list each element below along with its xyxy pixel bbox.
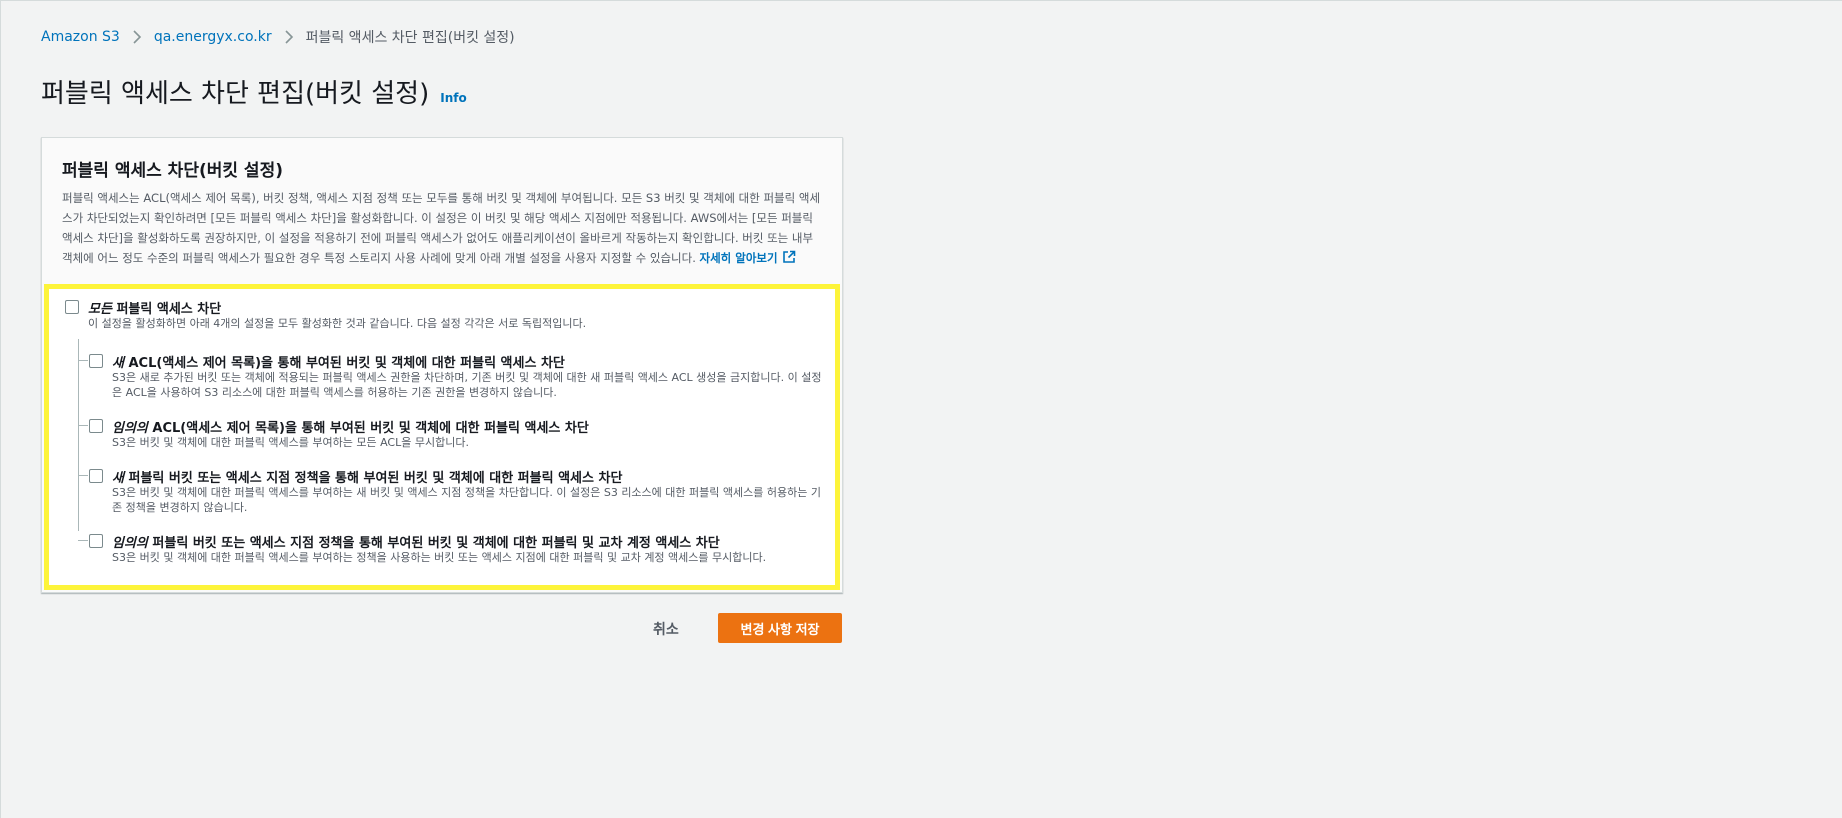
block-any-policy-description: S3은 버킷 및 객체에 대한 퍼블릭 액세스를 부여하는 정책을 사용하는 버… [112,551,767,564]
block-new-policy-title-rest: 퍼블릭 버킷 또는 액세스 지점 정책을 통해 부여된 버킷 및 객체에 대한 … [123,471,623,486]
page-title: 퍼블릭 액세스 차단 편집(버킷 설정) [41,79,430,109]
block-new-acl-description: S3은 새로 추가된 버킷 또는 객체에 적용되는 퍼블릭 액세스 권한을 차단… [112,371,822,399]
tree-branch [78,360,88,361]
panel-header: 퍼블릭 액세스 차단(버킷 설정) 퍼블릭 액세스는 ACL(액세스 제어 목록… [42,138,842,270]
block-new-acl-title-em: 새 [112,356,124,371]
tree-branch [78,425,88,426]
info-link[interactable]: Info [440,91,466,105]
block-any-acl-checkbox[interactable] [89,419,103,433]
block-all-title[interactable]: 모든 퍼블릭 액세스 차단 [88,298,221,317]
block-new-acl-title-rest: ACL(액세스 제어 목록)을 통해 부여된 버킷 및 객체에 대한 퍼블릭 액… [123,356,565,371]
block-any-policy-title-em: 임의의 [112,536,148,551]
save-changes-button[interactable]: 변경 사항 저장 [718,613,842,643]
tree-branch [78,540,88,541]
learn-more-link[interactable]: 자세히 알아보기 [699,250,796,265]
block-public-access-panel: 퍼블릭 액세스 차단(버킷 설정) 퍼블릭 액세스는 ACL(액세스 제어 목록… [41,137,843,593]
block-all-title-rest: 퍼블릭 액세스 차단 [111,302,222,317]
block-any-policy-title[interactable]: 임의의 퍼블릭 버킷 또는 액세스 지점 정책을 통해 부여된 버킷 및 객체에… [112,532,720,551]
page-header: 퍼블릭 액세스 차단 편집(버킷 설정) Info [41,73,467,110]
panel-title: 퍼블릭 액세스 차단(버킷 설정) [62,161,283,181]
panel-description: 퍼블릭 액세스는 ACL(액세스 제어 목록), 버킷 정책, 액세스 지점 정… [62,188,822,270]
breadcrumb-bucket[interactable]: qa.energyx.co.kr [154,29,272,45]
block-new-policy-checkbox[interactable] [89,469,103,483]
block-any-policy-checkbox[interactable] [89,534,103,548]
block-any-acl-title[interactable]: 임의의 ACL(액세스 제어 목록)을 통해 부여된 버킷 및 객체에 대한 퍼… [112,417,589,436]
block-new-acl-checkbox[interactable] [89,354,103,368]
external-link-icon [782,250,796,270]
tree-line [78,339,79,531]
block-any-acl-title-em: 임의의 [112,421,148,436]
block-all-checkbox[interactable] [65,300,79,314]
settings-group: 모든 퍼블릭 액세스 차단 이 설정을 활성화하면 아래 4개의 설정을 모두 … [44,284,840,590]
learn-more-label: 자세히 알아보기 [699,251,778,265]
breadcrumb: Amazon S3 qa.energyx.co.kr 퍼블릭 액세스 차단 편집… [41,27,515,47]
block-any-acl-description: S3은 버킷 및 객체에 대한 퍼블릭 액세스를 부여하는 모든 ACL을 무시… [112,436,469,449]
chevron-right-icon [284,30,294,44]
chevron-right-icon [132,30,142,44]
breadcrumb-current: 퍼블릭 액세스 차단 편집(버킷 설정) [305,30,515,46]
tree-branch [78,475,88,476]
block-all-title-em: 모든 [88,302,112,317]
block-new-policy-title-em: 새 [112,471,124,486]
cancel-button[interactable]: 취소 [653,619,679,639]
block-new-policy-title[interactable]: 새 퍼블릭 버킷 또는 액세스 지점 정책을 통해 부여된 버킷 및 객체에 대… [112,467,622,486]
breadcrumb-amazon-s3[interactable]: Amazon S3 [41,29,120,45]
block-any-policy-title-rest: 퍼블릭 버킷 또는 액세스 지점 정책을 통해 부여된 버킷 및 객체에 대한 … [147,536,720,551]
block-new-acl-title[interactable]: 새 ACL(액세스 제어 목록)을 통해 부여된 버킷 및 객체에 대한 퍼블릭… [112,352,565,371]
block-any-acl-title-rest: ACL(액세스 제어 목록)을 통해 부여된 버킷 및 객체에 대한 퍼블릭 액… [147,421,589,436]
block-new-policy-description: S3은 버킷 및 객체에 대한 퍼블릭 액세스를 부여하는 새 버킷 및 액세스… [112,486,821,514]
block-all-description: 이 설정을 활성화하면 아래 4개의 설정을 모두 활성화한 것과 같습니다. … [88,317,587,330]
